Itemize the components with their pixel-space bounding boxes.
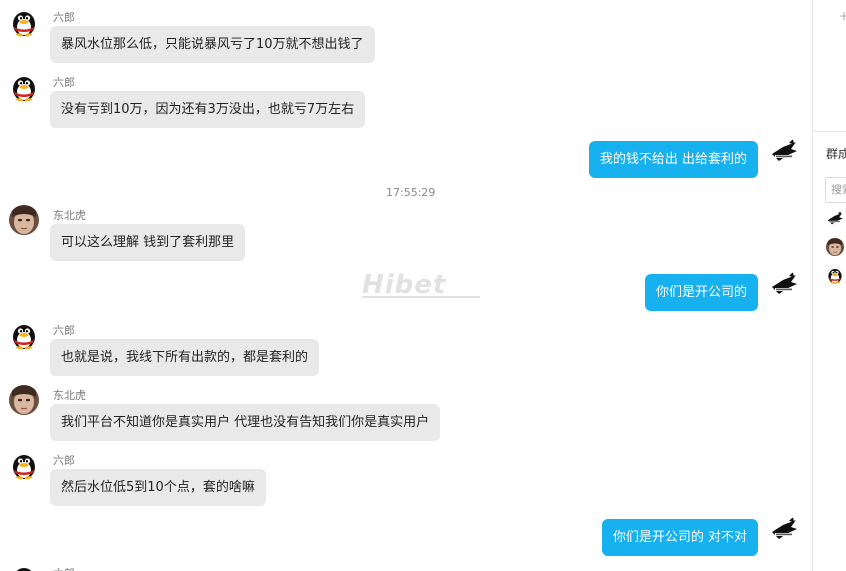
member-panel-title: 群成 — [826, 147, 846, 161]
message-bubble-incoming: 没有亏到10万，因为还有3万没出，也就亏7万左右 — [50, 91, 366, 128]
self-avatar-icon[interactable] — [769, 515, 799, 545]
sender-name: 东北虎 — [53, 209, 86, 222]
penguin-avatar-icon[interactable] — [826, 266, 844, 284]
self-avatar-icon[interactable] — [769, 137, 799, 167]
tiger-avatar-icon[interactable] — [826, 238, 844, 256]
penguin-avatar-icon[interactable] — [9, 563, 39, 571]
tiger-avatar-icon[interactable] — [9, 385, 39, 415]
sender-name: 六郎 — [53, 324, 75, 337]
tiger-avatar-icon[interactable] — [9, 205, 39, 235]
message-bubble-outgoing: 我的钱不给出 出给套利的 — [588, 141, 758, 178]
message-bubble-incoming: 暴风水位那么低，只能说暴风亏了10万就不想出钱了 — [50, 26, 375, 63]
sender-name: 六郎 — [53, 11, 75, 24]
sender-name: 东北虎 — [53, 389, 86, 402]
message-timestamp: 17:55:29 — [386, 186, 436, 199]
penguin-avatar-icon[interactable] — [9, 320, 39, 350]
penguin-avatar-icon[interactable] — [9, 7, 39, 37]
chat-message-list[interactable]: 六郎 暴风水位那么低，只能说暴风亏了10万就不想出钱了 六郎 没有亏到10万，因… — [0, 0, 812, 571]
self-avatar-icon[interactable] — [826, 210, 844, 228]
message-bubble-outgoing: 你们是开公司的 — [644, 274, 758, 311]
sender-name: 六郎 — [53, 454, 75, 467]
sender-name: 六郎 — [53, 565, 75, 571]
message-bubble-outgoing: 你们是开公司的 对不对 — [601, 519, 758, 556]
penguin-avatar-icon[interactable] — [9, 72, 39, 102]
member-search-input[interactable]: 搜索 — [825, 177, 846, 203]
group-member-panel: + 群成 搜索 — [813, 0, 846, 571]
sender-name: 六郎 — [53, 76, 75, 89]
message-bubble-incoming: 可以这么理解 钱到了套利那里 — [50, 224, 246, 261]
penguin-avatar-icon[interactable] — [9, 450, 39, 480]
watermark-underline — [362, 296, 480, 298]
self-avatar-icon[interactable] — [769, 270, 799, 300]
plus-icon[interactable]: + — [839, 9, 846, 23]
message-bubble-incoming: 也就是说，我线下所有出款的，都是套利的 — [50, 339, 320, 376]
message-bubble-incoming: 然后水位低5到10个点，套的啥嘛 — [50, 469, 266, 506]
side-divider — [813, 131, 846, 132]
message-bubble-incoming: 我们平台不知道你是真实用户 代理也没有告知我们你是真实用户 — [50, 404, 441, 441]
